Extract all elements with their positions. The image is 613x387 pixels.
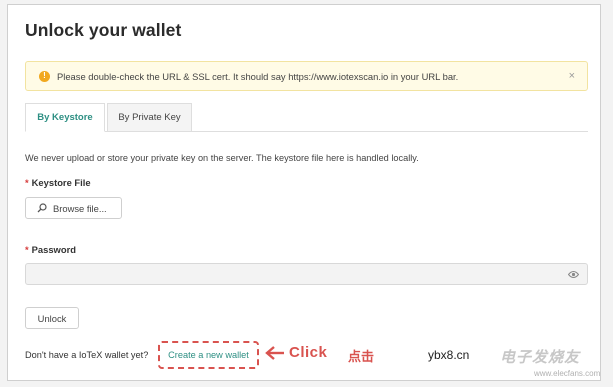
password-input[interactable] xyxy=(25,263,588,285)
tab-by-keystore[interactable]: By Keystore xyxy=(25,103,105,132)
unlock-wallet-panel: Unlock your wallet ! Please double-check… xyxy=(7,4,601,381)
left-arrow-icon xyxy=(265,346,284,360)
search-icon xyxy=(37,203,47,213)
no-wallet-text: Don't have a IoTeX wallet yet? xyxy=(25,350,149,360)
required-mark: * xyxy=(25,244,29,255)
required-mark: * xyxy=(25,177,29,188)
eye-icon[interactable] xyxy=(568,270,579,279)
browse-file-button[interactable]: Browse file... xyxy=(25,197,122,219)
close-icon[interactable]: × xyxy=(569,70,575,82)
page-title: Unlock your wallet xyxy=(25,20,182,40)
info-icon: ! xyxy=(39,70,50,82)
watermark-main: 电子发烧友 xyxy=(500,349,581,366)
watermark-logo: ybx8.cn xyxy=(428,348,470,362)
browse-file-label: Browse file... xyxy=(53,202,107,214)
keystore-label-text: Keystore File xyxy=(31,177,91,188)
password-label-text: Password xyxy=(31,244,76,255)
ssl-warning-alert: ! Please double-check the URL & SSL cert… xyxy=(25,61,588,91)
tab-by-private-key[interactable]: By Private Key xyxy=(107,103,192,132)
click-annotation: Click xyxy=(289,344,328,361)
password-label: * Password xyxy=(25,244,76,255)
watermark-url: www.elecfans.com xyxy=(534,369,601,378)
keystore-info-text: We never upload or store your private ke… xyxy=(25,153,419,163)
click-annotation-cn: 点击 xyxy=(348,349,375,364)
watermark: ybx8.cn 电子发烧友 www.elecfans.com xyxy=(428,345,613,385)
create-new-wallet-link[interactable]: Create a new wallet xyxy=(158,341,259,369)
unlock-button[interactable]: Unlock xyxy=(25,307,79,329)
keystore-file-label: * Keystore File xyxy=(25,177,91,188)
unlock-method-tabs: By Keystore By Private Key xyxy=(25,103,588,132)
alert-text: Please double-check the URL & SSL cert. … xyxy=(57,70,459,82)
